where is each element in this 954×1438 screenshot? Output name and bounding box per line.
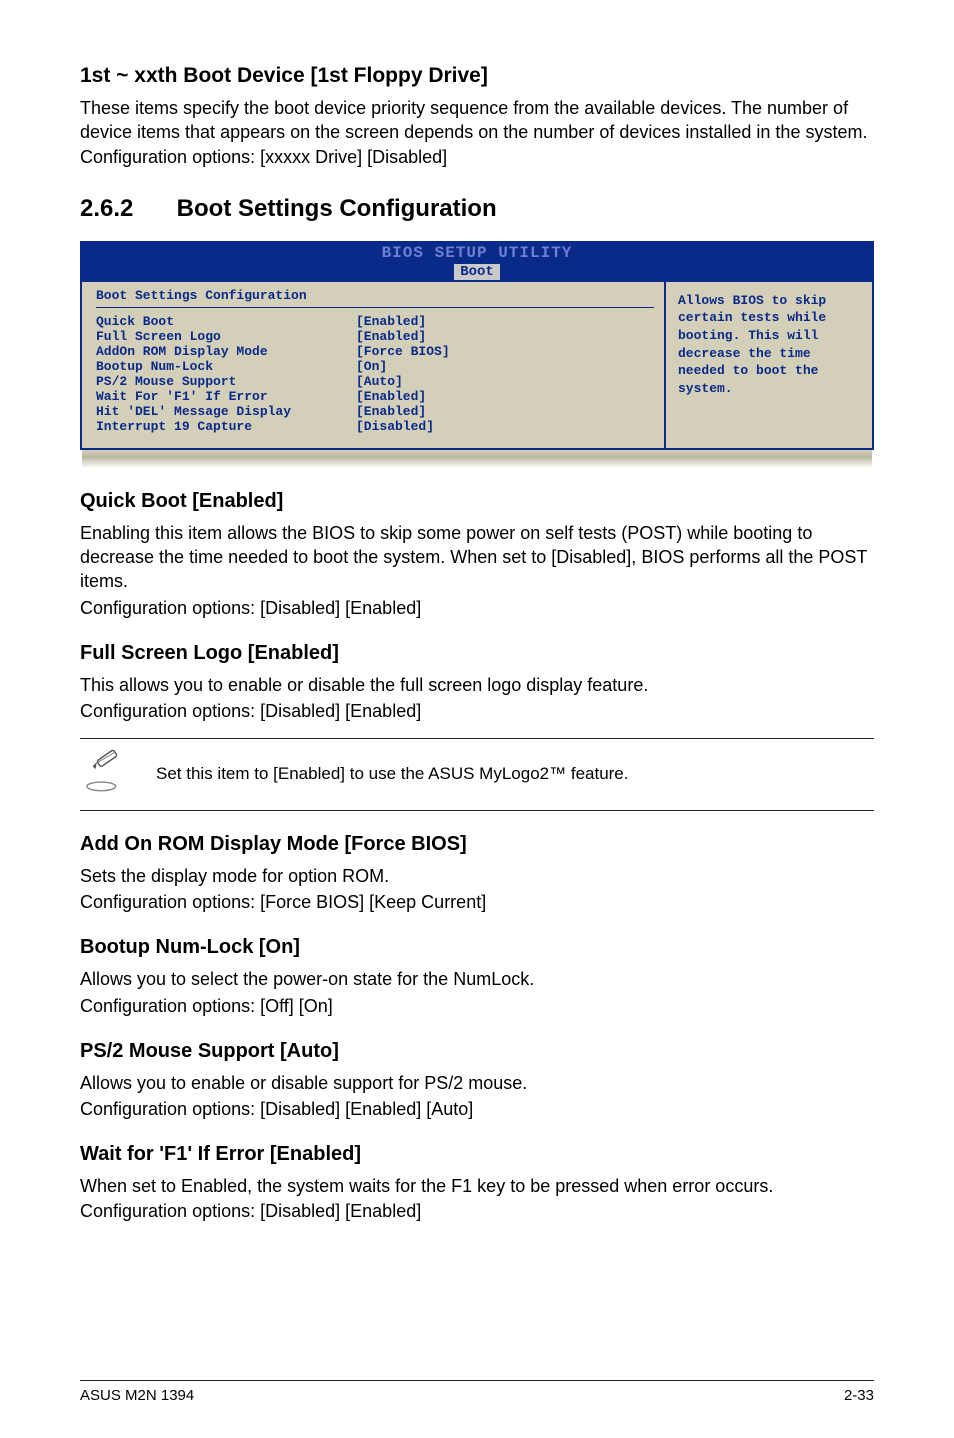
addon-rom-para1: Sets the display mode for option ROM. <box>80 864 874 888</box>
full-screen-logo-title: Full Screen Logo [Enabled] <box>80 642 874 665</box>
section-heading: 2.6.2 Boot Settings Configuration <box>80 195 874 223</box>
addon-rom-para2: Configuration options: [Force BIOS] [Kee… <box>80 890 874 914</box>
bios-divider <box>96 307 654 308</box>
bootup-numlock-title: Bootup Num-Lock [On] <box>80 936 874 959</box>
page-footer: ASUS M2N 1394 2-33 <box>80 1380 874 1404</box>
bios-main-panel: Boot Settings Configuration Quick Boot[E… <box>80 280 664 450</box>
bios-row: Quick Boot[Enabled] <box>96 314 654 329</box>
section-title: Boot Settings Configuration <box>177 195 497 222</box>
addon-rom-title: Add On ROM Display Mode [Force BIOS] <box>80 833 874 856</box>
bios-header-title: BIOS SETUP UTILITY <box>80 244 874 262</box>
bios-fade <box>80 450 874 468</box>
bios-header: BIOS SETUP UTILITY Boot <box>80 241 874 280</box>
bios-screenshot: BIOS SETUP UTILITY Boot Boot Settings Co… <box>80 241 874 468</box>
full-screen-logo-para2: Configuration options: [Disabled] [Enabl… <box>80 699 874 723</box>
bios-row: AddOn ROM Display Mode[Force BIOS] <box>96 344 654 359</box>
note-block: Set this item to [Enabled] to use the AS… <box>80 738 874 811</box>
boot-device-title: 1st ~ xxth Boot Device [1st Floppy Drive… <box>80 64 874 88</box>
footer-left: ASUS M2N 1394 <box>80 1387 194 1404</box>
wait-f1-title: Wait for 'F1' If Error [Enabled] <box>80 1143 874 1166</box>
ps2-mouse-title: PS/2 Mouse Support [Auto] <box>80 1040 874 1063</box>
bios-panel-title: Boot Settings Configuration <box>96 288 654 303</box>
bios-row: Bootup Num-Lock[On] <box>96 359 654 374</box>
bios-row: Full Screen Logo[Enabled] <box>96 329 654 344</box>
bios-tab-boot: Boot <box>454 264 500 280</box>
bios-row: PS/2 Mouse Support[Auto] <box>96 374 654 389</box>
quick-boot-para2: Configuration options: [Disabled] [Enabl… <box>80 596 874 620</box>
bootup-numlock-para1: Allows you to select the power-on state … <box>80 967 874 991</box>
note-text: Set this item to [Enabled] to use the AS… <box>156 764 629 784</box>
bios-row: Hit 'DEL' Message Display[Enabled] <box>96 404 654 419</box>
footer-right: 2-33 <box>844 1387 874 1404</box>
pencil-note-icon <box>84 749 130 800</box>
boot-device-para: These items specify the boot device prio… <box>80 96 874 169</box>
ps2-mouse-para2: Configuration options: [Disabled] [Enabl… <box>80 1097 874 1121</box>
ps2-mouse-para1: Allows you to enable or disable support … <box>80 1071 874 1095</box>
quick-boot-para1: Enabling this item allows the BIOS to sk… <box>80 521 874 594</box>
wait-f1-para: When set to Enabled, the system waits fo… <box>80 1174 874 1223</box>
full-screen-logo-para1: This allows you to enable or disable the… <box>80 673 874 697</box>
bios-help-panel: Allows BIOS to skip certain tests while … <box>664 280 874 450</box>
bios-row: Wait For 'F1' If Error[Enabled] <box>96 389 654 404</box>
quick-boot-title: Quick Boot [Enabled] <box>80 490 874 513</box>
section-number: 2.6.2 <box>80 195 170 223</box>
bootup-numlock-para2: Configuration options: [Off] [On] <box>80 994 874 1018</box>
bios-row: Interrupt 19 Capture[Disabled] <box>96 419 654 434</box>
